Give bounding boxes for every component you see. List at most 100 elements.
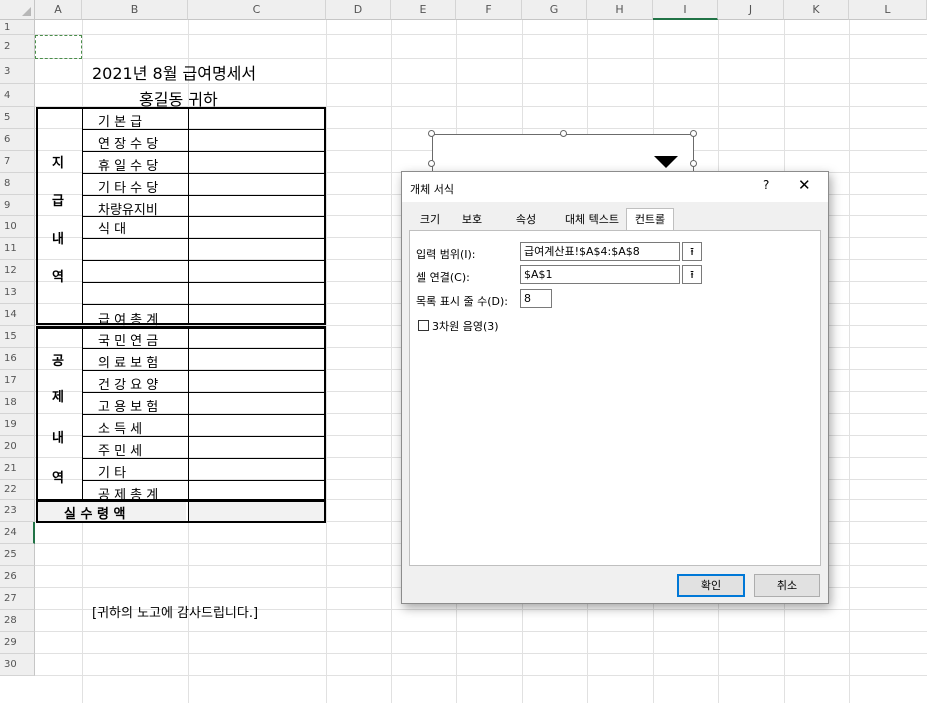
- grid-col-line: [849, 20, 850, 703]
- row-header[interactable]: 6: [0, 129, 35, 151]
- selected-cell-a1[interactable]: [35, 35, 82, 59]
- dropdown-arrow-icon: [654, 156, 678, 168]
- pay-item-base: 기 본 급: [98, 115, 143, 130]
- row-header[interactable]: 2: [0, 35, 35, 59]
- cell-link-field[interactable]: $A$1: [520, 265, 680, 284]
- select-all-corner[interactable]: [0, 0, 35, 20]
- row-header[interactable]: 30: [0, 654, 35, 676]
- pay-total-label: 급 여 총 계: [98, 313, 159, 328]
- deduct-item-other: 기 타: [98, 466, 127, 481]
- tab-protection[interactable]: 보호: [452, 208, 492, 230]
- deduct-group-char-3: 내: [52, 431, 64, 446]
- deduct-group-char-1: 공: [52, 354, 64, 369]
- row-header[interactable]: 25: [0, 544, 35, 566]
- net-pay-label: 실 수 령 액: [64, 507, 126, 522]
- select-all-icon: [22, 7, 31, 16]
- help-button[interactable]: ?: [763, 178, 769, 192]
- close-button[interactable]: ✕: [798, 176, 811, 194]
- pay-row-line: [82, 260, 325, 261]
- column-header-d[interactable]: D: [326, 0, 391, 20]
- deduct-item-pension: 국 민 연 금: [98, 334, 159, 349]
- column-header-c[interactable]: C: [188, 0, 326, 20]
- column-header-g[interactable]: G: [522, 0, 587, 20]
- resize-handle-ml[interactable]: [428, 160, 435, 167]
- pay-item-vehicle: 차량유지비: [98, 203, 158, 218]
- dropdown-lines-field[interactable]: 8: [520, 289, 552, 308]
- grid-row-line: [35, 58, 927, 59]
- pay-row-line: [82, 282, 325, 283]
- column-header-a[interactable]: A: [35, 0, 82, 20]
- net-pay-divider: [188, 501, 189, 522]
- row-header[interactable]: 14: [0, 304, 35, 326]
- row-header[interactable]: 7: [0, 151, 35, 173]
- grid-row-line: [35, 675, 927, 676]
- pay-row-line: [82, 238, 325, 239]
- row-header[interactable]: 9: [0, 195, 35, 216]
- row-header[interactable]: 22: [0, 480, 35, 500]
- pay-group-char-3: 내: [52, 232, 64, 247]
- row-header[interactable]: 13: [0, 282, 35, 304]
- grid-row-line: [35, 631, 927, 632]
- column-header-k[interactable]: K: [784, 0, 849, 20]
- deduct-item-income-tax: 소 득 세: [98, 422, 143, 437]
- column-header-j[interactable]: J: [718, 0, 784, 20]
- dropdown-lines-label: 목록 표시 줄 수(D):: [416, 295, 508, 308]
- row-header[interactable]: 26: [0, 566, 35, 588]
- row-header[interactable]: 11: [0, 238, 35, 260]
- input-range-collapse-icon[interactable]: ⭱: [682, 242, 702, 261]
- column-header-l[interactable]: L: [849, 0, 927, 20]
- input-range-label: 입력 범위(I):: [416, 248, 476, 261]
- shading-3d-checkbox[interactable]: [418, 320, 429, 331]
- row-header[interactable]: 17: [0, 370, 35, 392]
- column-header-e[interactable]: E: [391, 0, 456, 20]
- row-header[interactable]: 29: [0, 632, 35, 654]
- cancel-button[interactable]: 취소: [754, 574, 820, 597]
- resize-handle-tm[interactable]: [560, 130, 567, 137]
- column-header-i[interactable]: I: [653, 0, 718, 20]
- row-header[interactable]: 24: [0, 522, 35, 544]
- deduct-item-resident-tax: 주 민 세: [98, 444, 143, 459]
- column-header-h[interactable]: H: [587, 0, 653, 20]
- row-header[interactable]: 5: [0, 107, 35, 129]
- row-header[interactable]: 19: [0, 414, 35, 436]
- row-header[interactable]: 1: [0, 20, 35, 35]
- thanks-note: [귀하의 노고에 감사드립니다.]: [92, 606, 259, 621]
- tab-control[interactable]: 컨트롤: [626, 208, 674, 231]
- row-header[interactable]: 20: [0, 436, 35, 458]
- row-header[interactable]: 28: [0, 610, 35, 632]
- combo-box-control[interactable]: [432, 134, 694, 174]
- column-header-f[interactable]: F: [456, 0, 522, 20]
- grid-col-line: [391, 20, 392, 703]
- shading-3d-label: 3차원 음영(3): [432, 320, 499, 333]
- row-header[interactable]: 10: [0, 216, 35, 238]
- column-header-b[interactable]: B: [82, 0, 188, 20]
- ok-button[interactable]: 확인: [677, 574, 745, 597]
- deduct-item-care: 건 강 요 양: [98, 378, 159, 393]
- row-header[interactable]: 16: [0, 348, 35, 370]
- row-header[interactable]: 18: [0, 392, 35, 414]
- input-range-field[interactable]: 급여계산표!$A$4:$A$8: [520, 242, 680, 261]
- tab-properties[interactable]: 속성: [506, 208, 546, 230]
- resize-handle-tr[interactable]: [690, 130, 697, 137]
- deduct-item-medical: 의 료 보 험: [98, 356, 159, 371]
- row-header[interactable]: 4: [0, 84, 35, 107]
- cell-link-label: 셀 연결(C):: [416, 271, 470, 284]
- grid-col-line: [326, 20, 327, 703]
- tab-size[interactable]: 크기: [410, 208, 450, 230]
- row-header[interactable]: 23: [0, 500, 35, 522]
- row-header[interactable]: 27: [0, 588, 35, 610]
- row-header[interactable]: 8: [0, 173, 35, 195]
- cell-link-collapse-icon[interactable]: ⭱: [682, 265, 702, 284]
- row-header[interactable]: 15: [0, 326, 35, 348]
- resize-handle-tl[interactable]: [428, 130, 435, 137]
- row-header[interactable]: 21: [0, 458, 35, 480]
- row-header[interactable]: 3: [0, 59, 35, 84]
- tab-alt-text[interactable]: 대체 텍스트: [554, 208, 630, 230]
- pay-item-holiday: 휴 일 수 당: [98, 159, 159, 174]
- row-header[interactable]: 12: [0, 260, 35, 282]
- resize-handle-mr[interactable]: [690, 160, 697, 167]
- spreadsheet[interactable]: A B C D E F G H I J K L 1 2 3 4 5 6 7 8 9 10 11 12 1…: [0, 0, 927, 703]
- pay-item-meal: 식 대: [98, 222, 127, 237]
- dialog-title-bar[interactable]: 개체 서식 ? ✕: [402, 172, 828, 202]
- deduct-group-char-4: 역: [52, 471, 64, 486]
